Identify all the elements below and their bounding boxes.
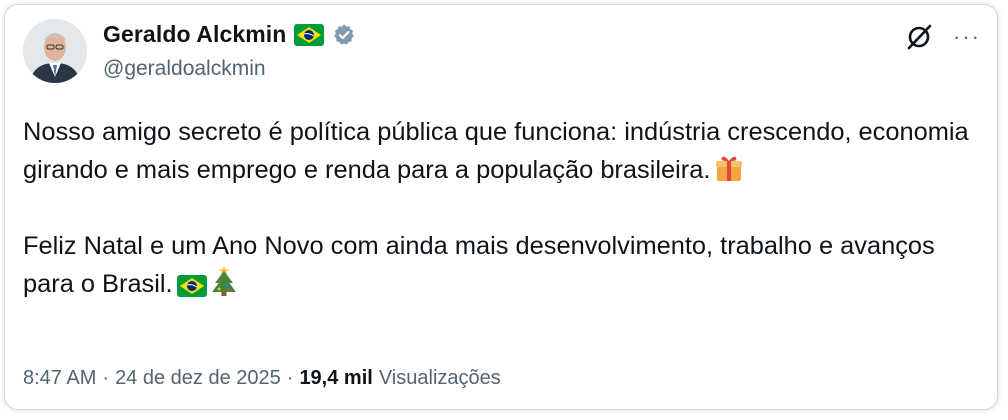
avatar[interactable] [23, 19, 87, 83]
brazil-flag-icon [294, 23, 325, 46]
views-label: Visualizações [378, 367, 501, 389]
tweet-header-actions: ··· [905, 23, 981, 51]
author-name-row: Geraldo Alckmin [103, 21, 356, 48]
tweet-paragraph-1: Nosso amigo secreto é política pública q… [23, 113, 983, 189]
tweet-paragraph-2-text: Feliz Natal e um Ano Novo com ainda mais… [23, 232, 935, 298]
meta-separator: · [286, 367, 294, 389]
more-options-icon[interactable]: ··· [953, 26, 981, 48]
tweet-time[interactable]: 8:47 AM [23, 367, 96, 390]
author-display-name[interactable]: Geraldo Alckmin [103, 21, 286, 48]
tweet-text: Nosso amigo secreto é política pública q… [23, 113, 983, 303]
tweet-card: Geraldo Alckmin @geraldoalckmin ··· Noss… [4, 4, 998, 410]
tweet-meta: 8:47 AM · 24 de dez de 2025 · 19,4 mil V… [23, 367, 501, 390]
views-count: 19,4 mil [299, 367, 373, 389]
meta-separator: · [102, 367, 110, 389]
brazil-flag-emoji-icon [176, 275, 207, 297]
tweet-paragraph-1-text: Nosso amigo secreto é política pública q… [23, 118, 969, 184]
tweet-paragraph-2: Feliz Natal e um Ano Novo com ainda mais… [23, 227, 983, 303]
gift-emoji-icon [716, 156, 743, 181]
verified-badge-icon [334, 24, 355, 45]
author-handle[interactable]: @geraldoalckmin [103, 57, 266, 81]
christmas-tree-emoji-icon [211, 266, 236, 296]
tweet-date[interactable]: 24 de dez de 2025 [115, 367, 281, 390]
avatar-image [23, 19, 87, 83]
grok-icon[interactable] [905, 23, 933, 51]
